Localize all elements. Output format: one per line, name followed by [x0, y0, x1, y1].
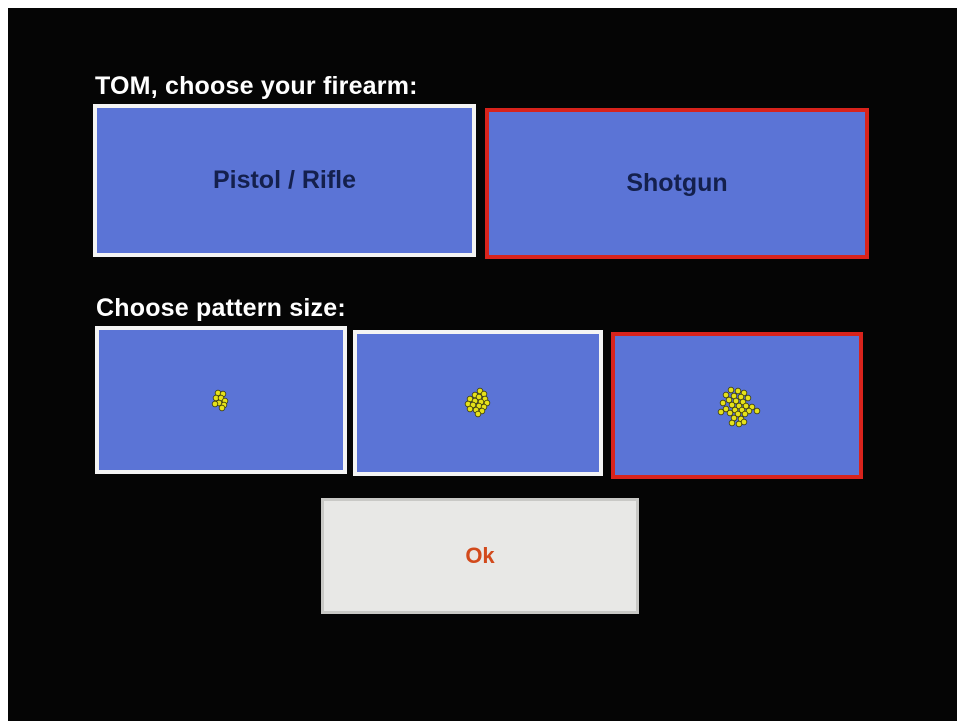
ok-label: Ok — [465, 543, 495, 568]
shotgun-label: Shotgun — [626, 169, 728, 197]
pellet-dot — [722, 391, 730, 398]
pellet-dot — [719, 399, 727, 406]
firearm-heading: TOM, choose your firearm: — [95, 72, 418, 100]
pellet-dot — [753, 407, 761, 414]
pellet-dot — [734, 387, 742, 394]
ok-button[interactable]: Ok — [321, 498, 639, 614]
pellet-dot — [466, 405, 474, 413]
pellet-dot — [717, 408, 725, 415]
pellet-dot — [744, 394, 752, 401]
pellet-dot — [474, 410, 482, 418]
shotgun-button[interactable]: Shotgun — [485, 108, 869, 259]
pellet-dot — [725, 396, 733, 403]
pellet-dot — [728, 419, 736, 426]
pellet-dot — [728, 401, 736, 408]
pattern-medium-button[interactable] — [353, 330, 603, 476]
pattern-large-button[interactable] — [611, 332, 863, 479]
pellet-dot — [726, 409, 734, 416]
pistol-rifle-label: Pistol / Rifle — [212, 166, 357, 194]
pellet-dot — [741, 410, 749, 417]
pellet-dot — [740, 418, 748, 425]
small-shot-pattern-icon — [211, 389, 229, 412]
pellet-dot — [218, 404, 226, 412]
large-shot-pattern-icon — [717, 386, 761, 427]
pellet-dot — [211, 400, 219, 408]
medium-shot-pattern-icon — [464, 387, 491, 418]
pellet-dot — [727, 386, 735, 393]
pattern-small-button[interactable] — [95, 326, 347, 474]
pattern-heading: Choose pattern size: — [96, 294, 346, 322]
selection-screen: TOM, choose your firearm: Pistol / Rifle… — [8, 8, 957, 721]
pistol-rifle-button[interactable]: Pistol / Rifle — [93, 104, 476, 257]
